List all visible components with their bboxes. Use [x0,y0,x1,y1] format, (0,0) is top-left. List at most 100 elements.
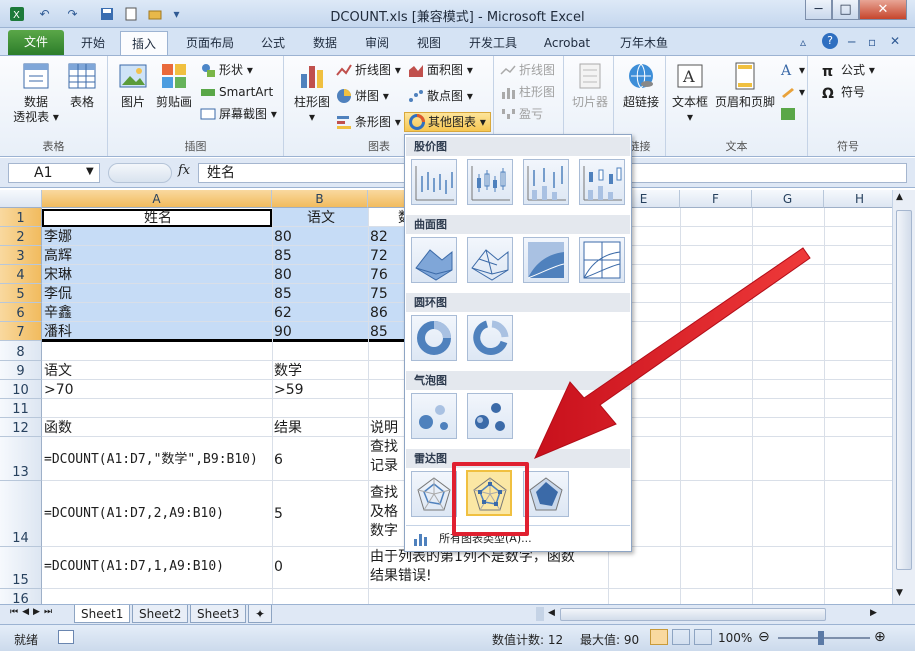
textbox-button[interactable]: A 文本框 ▾ [668,60,712,125]
stock-chart-2[interactable] [467,159,513,205]
clipart-button[interactable]: 剪贴画 [152,60,196,110]
zoom-out-icon[interactable]: ⊖ [758,629,770,645]
cell-b12[interactable]: 结果 [272,419,302,437]
tab-view[interactable]: 视图 [404,31,454,55]
cell-c2[interactable]: 82 [368,228,388,246]
bubble-chart-1[interactable] [411,393,457,439]
cell-b9[interactable]: 数学 [272,362,302,380]
column-header-g[interactable]: G [752,190,824,208]
row-header-4[interactable]: 4 [0,265,42,284]
table-button[interactable]: 表格 [62,60,102,110]
object-button[interactable] [780,104,799,124]
column-header-f[interactable]: F [680,190,752,208]
row-header-13[interactable]: 13 [0,437,42,481]
row-header-7[interactable]: 7 [0,322,42,341]
tab-developer[interactable]: 开发工具 [458,31,528,55]
cell-c4[interactable]: 76 [368,266,388,284]
row-header-8[interactable]: 8 [0,341,42,361]
stock-chart-4[interactable] [579,159,625,205]
bar-chart-button[interactable]: 条形图 ▾ [336,112,401,132]
cell-b4[interactable]: 80 [272,266,292,284]
other-charts-button[interactable]: 其他图表 ▾ [404,112,491,132]
tab-insert[interactable]: 插入 [120,31,168,55]
cell-b2[interactable]: 80 [272,228,292,246]
stock-chart-3[interactable] [523,159,569,205]
cell-a14[interactable]: =DCOUNT(A1:D7,2,A9:B10) [42,505,224,523]
insert-sheet-icon[interactable]: ✦ [248,605,272,623]
hscroll-thumb[interactable] [560,608,826,621]
cell-a12[interactable]: 函数 [42,419,72,437]
column-header-h[interactable]: H [824,190,892,208]
smartart-button[interactable]: SmartArt [200,82,273,102]
column-header-b[interactable]: B [272,190,368,208]
hscroll-left-icon[interactable]: ◀ [548,608,555,618]
zoom-level[interactable]: 100% [718,631,752,645]
sheet-tab-1[interactable]: Sheet1 [74,605,131,623]
sheet-nav-icon[interactable]: ⏮◀▶⏭ [10,607,56,617]
column-chart-button[interactable]: 柱形图 ▾ [288,60,336,125]
page-break-view-icon[interactable] [694,629,712,645]
cell-c14-line3[interactable]: 数字 [368,522,398,540]
signature-line-button[interactable]: ▾ [780,82,805,102]
row-header-16[interactable]: 16 [0,589,42,604]
cell-a5[interactable]: 李侃 [42,285,72,303]
row-header-6[interactable]: 6 [0,303,42,322]
normal-view-icon[interactable] [650,629,668,645]
scroll-thumb[interactable] [896,210,912,570]
cell-a2[interactable]: 李娜 [42,228,72,246]
cell-a15[interactable]: =DCOUNT(A1:D7,1,A9:B10) [42,558,224,576]
tab-formulas[interactable]: 公式 [250,31,296,55]
cell-a13[interactable]: =DCOUNT(A1:D7,"数学",B9:B10) [42,451,258,469]
wordart-button[interactable]: A ▾ [780,60,805,80]
surface-chart-4[interactable] [579,237,625,283]
cell-c13-line1[interactable]: 查找 [368,438,398,456]
bubble-chart-2[interactable] [467,393,513,439]
surface-chart-2[interactable] [467,237,513,283]
cell-a1[interactable]: 姓名 [42,209,272,227]
column-header-a[interactable]: A [42,190,272,208]
cell-c3[interactable]: 72 [368,247,388,265]
slicer-button[interactable]: 切片器 [568,60,612,110]
doc-minimize-icon[interactable]: ─ [848,35,855,49]
doc-restore-icon[interactable]: ▫ [868,35,876,49]
sparkline-line-button[interactable]: 折线图 [500,60,555,80]
restore-button[interactable]: □ [832,0,859,20]
cell-c14-line2[interactable]: 及格 [368,503,398,521]
cell-c12[interactable]: 说明 [368,419,398,437]
formula-splitter[interactable] [108,163,172,183]
vertical-scrollbar[interactable]: ▲ ▼ [892,190,915,604]
macro-record-icon[interactable] [58,630,74,644]
screenshot-button[interactable]: 屏幕截图 ▾ [200,104,277,124]
cell-c7[interactable]: 85 [368,323,388,341]
cell-a7[interactable]: 潘科 [42,323,72,341]
page-layout-view-icon[interactable] [672,629,690,645]
cell-a9[interactable]: 语文 [42,362,72,380]
cell-b1[interactable]: 语文 [272,209,368,227]
name-box-dropdown-icon[interactable]: ▼ [86,166,94,177]
sheet-tab-3[interactable]: Sheet3 [190,605,247,623]
row-header-14[interactable]: 14 [0,481,42,547]
radar-chart-1[interactable] [411,471,457,517]
zoom-slider-track[interactable] [778,637,870,639]
row-header-9[interactable]: 9 [0,361,42,380]
row-header-5[interactable]: 5 [0,284,42,303]
doc-close-icon[interactable]: ✕ [890,34,900,48]
cell-b13[interactable]: 6 [272,451,283,469]
cell-a3[interactable]: 高辉 [42,247,72,265]
row-header-15[interactable]: 15 [0,547,42,589]
fx-icon[interactable]: fx [178,163,190,178]
cell-c5[interactable]: 75 [368,285,388,303]
scroll-up-icon[interactable]: ▲ [896,192,903,202]
symbol-button[interactable]: Ω 符号 [822,82,865,102]
pie-chart-button[interactable]: 饼图 ▾ [336,86,389,106]
tab-file[interactable]: 文件 [8,30,64,55]
picture-button[interactable]: 图片 [114,60,152,110]
tab-home[interactable]: 开始 [68,31,118,55]
equation-button[interactable]: π 公式 ▾ [822,60,875,80]
row-header-2[interactable]: 2 [0,227,42,246]
scroll-down-icon[interactable]: ▼ [896,588,903,598]
row-header-3[interactable]: 3 [0,246,42,265]
cell-b6[interactable]: 62 [272,304,292,322]
cell-b15[interactable]: 0 [272,558,283,576]
tab-data[interactable]: 数据 [300,31,350,55]
